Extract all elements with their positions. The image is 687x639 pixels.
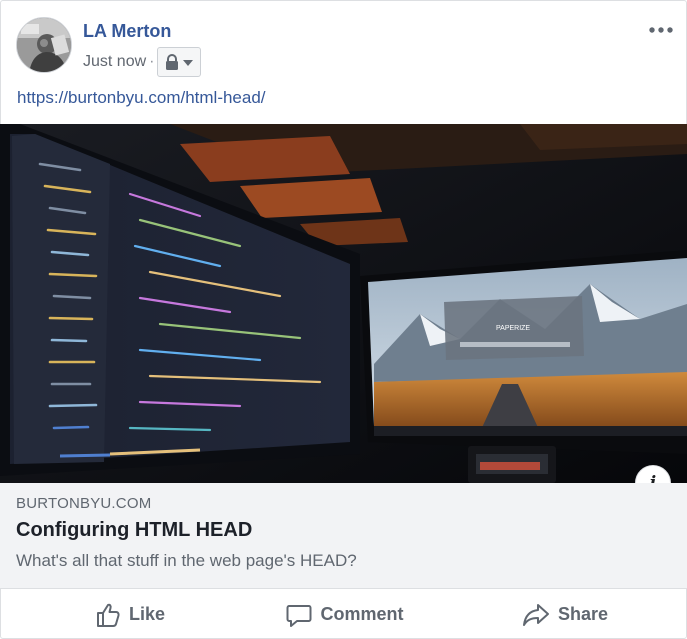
- avatar[interactable]: [16, 17, 72, 73]
- comment-icon: [286, 604, 312, 627]
- link-preview-image[interactable]: PAPERIZE: [0, 124, 687, 483]
- share-label: Share: [557, 604, 609, 624]
- monitors-photo: PAPERIZE: [0, 124, 687, 483]
- preview-description[interactable]: What's all that stuff in the web page's …: [16, 551, 357, 571]
- like-button[interactable]: Like: [60, 590, 200, 639]
- preview-domain[interactable]: BURTONBYU.COM: [16, 495, 151, 512]
- post-link[interactable]: https://burtonbyu.com/html-head/: [17, 88, 266, 108]
- timestamp[interactable]: Just now: [83, 53, 146, 71]
- more-options-icon: [649, 27, 673, 33]
- thumbs-up-icon: [96, 603, 120, 627]
- share-icon: [522, 603, 549, 626]
- meta-separator: ·: [149, 53, 155, 70]
- privacy-selector[interactable]: [157, 47, 202, 77]
- lock-icon: [166, 54, 194, 70]
- author-name[interactable]: LA Merton: [83, 21, 171, 42]
- chevron-down-icon: [183, 60, 194, 66]
- comment-button[interactable]: Comment: [270, 590, 420, 639]
- screen-logo: PAPERIZE: [496, 325, 530, 332]
- action-bar: Like Comment Share: [0, 590, 687, 639]
- post-meta: Just now ·: [83, 47, 202, 77]
- more-options-button[interactable]: [648, 23, 674, 37]
- share-button[interactable]: Share: [500, 590, 630, 639]
- comment-label: Comment: [320, 604, 404, 624]
- preview-title[interactable]: Configuring HTML HEAD: [16, 519, 252, 542]
- like-label: Like: [128, 604, 166, 624]
- avatar-photo: [17, 18, 71, 72]
